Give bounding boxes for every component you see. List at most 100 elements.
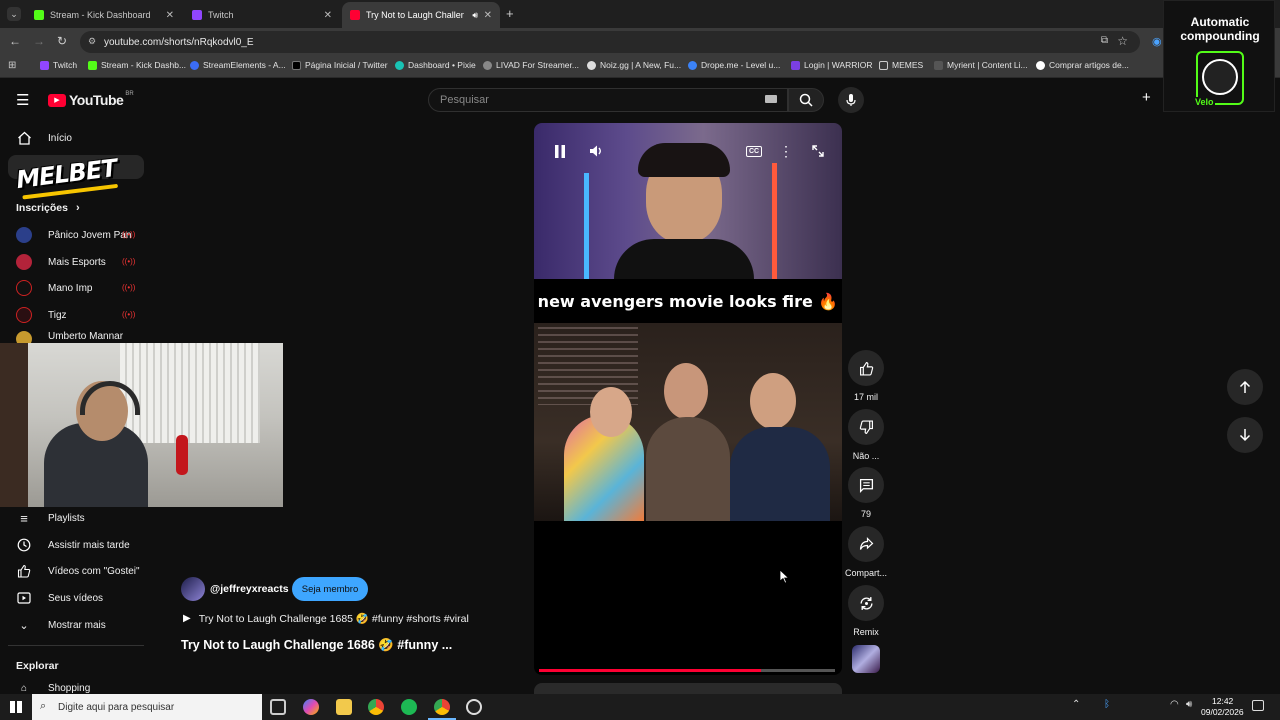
reload-icon[interactable]: ↻ [57, 34, 67, 48]
more-options-button[interactable]: ⋮ [776, 141, 796, 161]
tray-chevron-icon[interactable]: ⌃ [1072, 699, 1080, 710]
close-icon[interactable]: ✕ [166, 10, 174, 21]
taskbar-search-input[interactable]: ⌕ Digite aqui para pesquisar [32, 694, 262, 720]
bookmark-twitter[interactable]: Página Inicial / Twitter [292, 60, 388, 70]
previous-short-button[interactable] [1227, 369, 1263, 405]
address-bar[interactable]: ⚙ youtube.com/shorts/nRqkodvl0_E ⧉ ☆ [80, 31, 1140, 53]
sidebar-item-label: Assistir mais tarde [48, 539, 130, 551]
sidebar-item-shopping[interactable]: ⌂ Shopping [16, 683, 90, 694]
keyboard-icon[interactable] [765, 95, 777, 103]
sidebar-item-your-videos[interactable]: Seus vídeos [16, 588, 103, 608]
tab-youtube-short[interactable]: Try Not to Laugh Challeng 🔊︎ ✕ [342, 2, 500, 28]
tab-kick-dashboard[interactable]: Stream - Kick Dashboard ✕ [26, 2, 182, 28]
bookmark-kick[interactable]: Stream - Kick Dashb... [88, 60, 186, 70]
pause-button[interactable] [550, 141, 570, 161]
channel-handle[interactable]: @jeffreyxreacts [210, 583, 289, 595]
spotify-icon[interactable] [401, 699, 417, 715]
sidebar-channel-panico[interactable]: Pânico Jovem Pan [16, 225, 131, 245]
avatar [16, 307, 32, 323]
close-icon[interactable]: ✕ [484, 10, 492, 21]
obs-icon[interactable] [466, 699, 482, 715]
sidebar-channel-umberto[interactable]: Umberto Mannar [16, 331, 123, 343]
bookmark-warrior[interactable]: Login | WARRIOR [791, 60, 873, 70]
volume-button[interactable] [586, 141, 606, 161]
clock-time[interactable]: 12:42 [1212, 696, 1233, 706]
notification-icon[interactable] [1252, 700, 1264, 711]
fullscreen-button[interactable] [808, 141, 828, 161]
short-title[interactable]: Try Not to Laugh Challenge 1686 🤣 #funny… [181, 638, 452, 653]
chrome-icon[interactable] [368, 699, 384, 715]
join-label: Seja membro [301, 583, 359, 595]
windows-start-icon[interactable] [10, 701, 22, 713]
clock-date[interactable]: 09/02/2026 [1201, 707, 1244, 717]
sidebar-item-label: Início [48, 132, 72, 144]
shorts-player[interactable]: new avengers movie looks fire 🔥 CC ⋮ [534, 123, 842, 675]
tray-volume-icon[interactable]: 🔊︎ [1186, 699, 1192, 710]
tab-title: Try Not to Laugh Challeng [366, 10, 464, 20]
taskbar-search-placeholder: Digite aqui para pesquisar [58, 701, 175, 713]
sidebar-item-show-more[interactable]: ⌄ Mostrar mais [16, 615, 105, 635]
copilot-icon[interactable] [303, 699, 319, 715]
install-app-icon[interactable]: ⧉ [1101, 35, 1108, 46]
browser-tab-strip: ⌄ Stream - Kick Dashboard ✕ Twitch ✕ Try… [0, 0, 1280, 28]
remix-button[interactable]: Remix [846, 585, 886, 637]
sidebar-channel-mano-imp[interactable]: Mano Imp [16, 278, 92, 298]
tab-twitch[interactable]: Twitch ✕ [184, 2, 340, 28]
new-tab-button[interactable]: + [506, 6, 514, 21]
speaker-icon[interactable]: 🔊︎ [472, 10, 478, 21]
chrome-active-icon[interactable] [434, 699, 450, 715]
tray-bluetooth-icon[interactable]: ᛒ [1104, 699, 1110, 710]
bookmark-streamelements[interactable]: StreamElements - A... [190, 60, 286, 70]
audio-source-thumbnail[interactable] [852, 645, 880, 673]
progress-bar[interactable] [539, 669, 835, 672]
sidebar-subscriptions-header[interactable]: Inscrições › [16, 198, 80, 218]
sidebar-channel-tigz[interactable]: Tigz [16, 305, 67, 325]
tray-wifi-icon[interactable]: ◠ [1170, 699, 1179, 710]
close-icon[interactable]: ✕ [324, 10, 332, 21]
channel-avatar[interactable] [181, 577, 205, 601]
forward-icon[interactable]: → [33, 34, 45, 48]
search-button[interactable] [788, 88, 824, 112]
bookmark-google-shopping[interactable]: Comprar artigos de... [1036, 60, 1129, 70]
join-button[interactable]: Seja membro [292, 577, 368, 601]
menu-icon[interactable]: ☰ [16, 91, 29, 109]
site-info-icon[interactable]: ⚙ [88, 36, 96, 47]
bookmark-myrient[interactable]: Myrient | Content Li... [934, 60, 1028, 70]
back-icon[interactable]: ← [9, 34, 21, 48]
search-input[interactable]: Pesquisar [428, 88, 788, 112]
like-button[interactable]: 17 mil [846, 350, 886, 402]
sidebar-item-home[interactable]: Início [16, 128, 72, 148]
voice-search-button[interactable] [838, 87, 864, 113]
task-view-icon[interactable] [270, 699, 286, 715]
file-explorer-icon[interactable] [336, 699, 352, 715]
bookmark-twitch[interactable]: Twitch [40, 60, 77, 70]
previous-short-link[interactable]: ▶ Try Not to Laugh Challenge 1685 🤣 #fun… [183, 612, 469, 625]
captions-button[interactable]: CC [744, 141, 764, 161]
comments-button[interactable]: 79 [846, 467, 886, 519]
bookmark-pixie[interactable]: Dashboard • Pixie [395, 60, 476, 70]
sidebar-item-liked[interactable]: Vídeos com "Gostei" [16, 561, 140, 581]
streamer-webcam [0, 343, 283, 507]
youtube-logo[interactable]: ▶ YouTube BR [48, 91, 134, 108]
share-button[interactable]: Compart... [844, 526, 888, 578]
bookmark-star-icon[interactable]: ☆ [1117, 34, 1128, 48]
shopping-bag-icon: ⌂ [20, 683, 28, 694]
more-vertical-icon: ⋮ [779, 142, 793, 159]
sidebar-channel-mais-esports[interactable]: Mais Esports [16, 252, 106, 272]
apps-grid-icon[interactable]: ⊞ [8, 60, 16, 71]
create-icon[interactable]: + [1142, 89, 1151, 106]
sidebar-item-watch-later[interactable]: Assistir mais tarde [16, 535, 130, 555]
next-short-preview[interactable] [534, 683, 842, 694]
share-circle [848, 526, 884, 562]
comment-icon [859, 478, 873, 493]
bookmark-drope[interactable]: Drope.me - Level u... [688, 60, 780, 70]
extension-icon[interactable]: ◉ [1152, 35, 1162, 48]
tab-search-icon[interactable]: ⌄ [7, 7, 21, 21]
next-short-button[interactable] [1227, 417, 1263, 453]
microphone-icon [846, 94, 856, 106]
bookmark-livad[interactable]: LIVAD For Streamer... [483, 60, 579, 70]
dislike-button[interactable]: Não ... [846, 409, 886, 461]
sidebar-item-playlists[interactable]: ≡ Playlists [16, 508, 84, 528]
bookmark-memes[interactable]: MEMES [879, 60, 923, 70]
bookmark-noiz[interactable]: Noiz.gg | A New, Fu... [587, 60, 681, 70]
